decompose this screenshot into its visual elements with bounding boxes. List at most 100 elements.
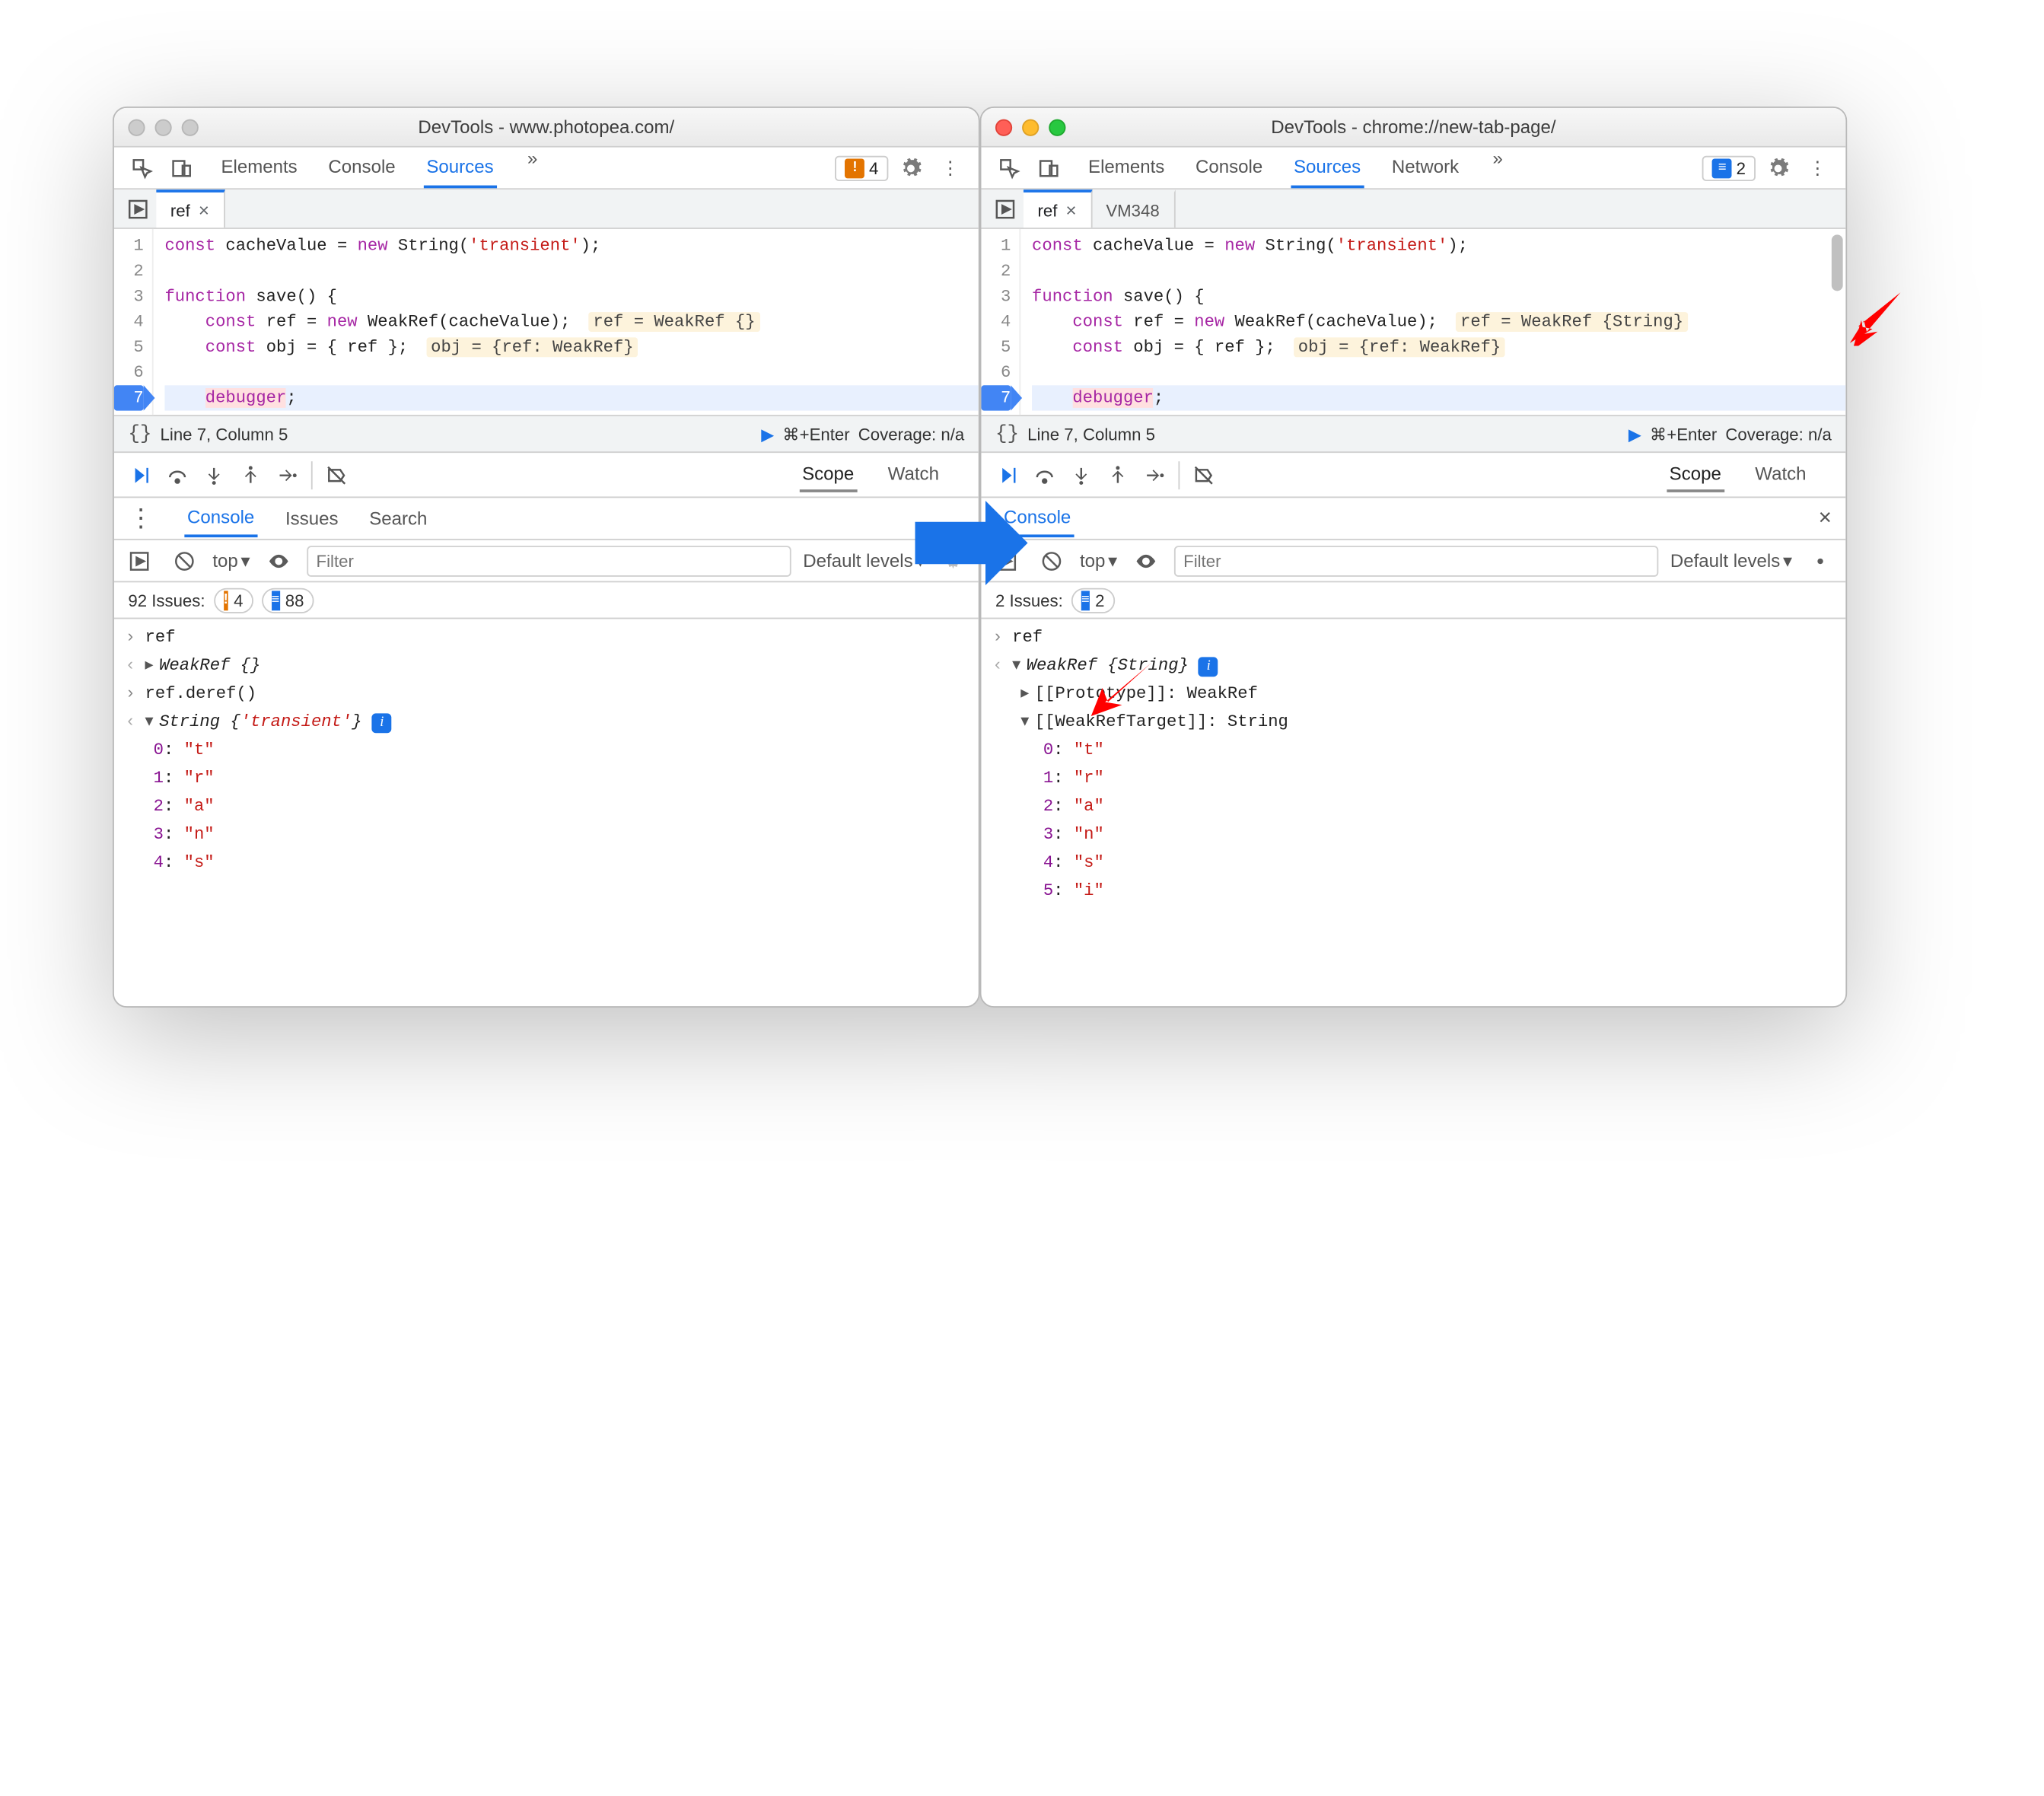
tab-console[interactable]: Console xyxy=(326,148,399,189)
gear-icon[interactable] xyxy=(1804,543,1837,577)
inline-hint[interactable]: ref = WeakRef {String} xyxy=(1456,312,1687,332)
close-dot[interactable] xyxy=(128,119,145,135)
code-editor[interactable]: 1234567 const cacheValue = new String('t… xyxy=(114,229,979,416)
run-snippet-icon[interactable] xyxy=(987,189,1024,228)
run-icon[interactable]: ▶ xyxy=(1629,424,1641,444)
resume-icon[interactable] xyxy=(990,457,1027,493)
file-tab-vm348[interactable]: VM348 xyxy=(1092,189,1175,228)
drawer-tabs: Console × xyxy=(981,498,1845,540)
step-icon[interactable] xyxy=(269,457,305,493)
inline-hint[interactable]: obj = {ref: WeakRef} xyxy=(1294,337,1505,357)
console-output[interactable]: ›ref ‹▸WeakRef {} ›ref.deref() ‹▾String … xyxy=(114,619,979,880)
maximize-dot[interactable] xyxy=(182,119,199,135)
close-drawer-icon[interactable]: × xyxy=(1813,505,1837,530)
info-icon[interactable]: i xyxy=(1199,657,1218,677)
file-tab-ref[interactable]: ref × xyxy=(156,189,224,228)
context-selector[interactable]: top ▾ xyxy=(1080,549,1117,572)
minimize-dot[interactable] xyxy=(1022,119,1039,135)
deactivate-breakpoints-icon[interactable] xyxy=(318,457,355,493)
tab-elements[interactable]: Elements xyxy=(1085,148,1167,189)
filter-input[interactable] xyxy=(307,545,792,576)
drawer-tabs: ⋮ Console Issues Search xyxy=(114,498,979,540)
gear-icon[interactable] xyxy=(894,151,928,184)
tab-sources[interactable]: Sources xyxy=(1291,148,1364,189)
watch-tab[interactable]: Watch xyxy=(885,457,942,492)
file-tab-ref[interactable]: ref × xyxy=(1024,189,1092,228)
code-content[interactable]: const cacheValue = new String('transient… xyxy=(1020,229,1845,415)
line-gutter: 1234567 xyxy=(114,229,154,415)
code-editor[interactable]: 1234567 const cacheValue = new String('t… xyxy=(981,229,1845,416)
close-icon[interactable]: × xyxy=(199,199,209,221)
gear-icon[interactable] xyxy=(1761,151,1794,184)
traffic-lights[interactable] xyxy=(128,119,199,135)
clear-console-icon[interactable] xyxy=(167,543,201,577)
inline-hint[interactable]: obj = {ref: WeakRef} xyxy=(427,337,638,357)
drawer-tab-issues[interactable]: Issues xyxy=(282,501,341,536)
window-title: DevTools - chrome://new-tab-page/ xyxy=(981,116,1845,138)
titlebar[interactable]: DevTools - chrome://new-tab-page/ xyxy=(981,108,1845,148)
step-icon[interactable] xyxy=(1136,457,1173,493)
minimize-dot[interactable] xyxy=(155,119,172,135)
deactivate-breakpoints-icon[interactable] xyxy=(1186,457,1222,493)
kebab-icon[interactable]: ⋮ xyxy=(1800,151,1834,184)
gear-icon[interactable] xyxy=(936,543,969,577)
eye-icon[interactable] xyxy=(1129,543,1162,577)
step-into-icon[interactable] xyxy=(196,457,232,493)
info-icon[interactable]: i xyxy=(372,713,392,733)
console-filterbar: top ▾ Default levels ▾ xyxy=(981,540,1845,583)
watch-tab[interactable]: Watch xyxy=(1753,457,1810,492)
log-levels-selector[interactable]: Default levels ▾ xyxy=(1670,549,1792,572)
step-out-icon[interactable] xyxy=(1100,457,1136,493)
drawer-tab-console[interactable]: Console xyxy=(1001,499,1074,537)
scrollbar-thumb[interactable] xyxy=(1832,234,1843,291)
step-out-icon[interactable] xyxy=(232,457,269,493)
resume-icon[interactable] xyxy=(123,457,159,493)
more-tabs-icon[interactable]: » xyxy=(1487,148,1508,189)
issues-summary[interactable]: 2 Issues: ≡2 xyxy=(981,582,1845,619)
maximize-dot[interactable] xyxy=(1049,119,1065,135)
inline-hint[interactable]: ref = WeakRef {} xyxy=(589,312,759,332)
issues-badge[interactable]: ! 4 xyxy=(836,155,889,180)
line-gutter: 1234567 xyxy=(981,229,1020,415)
kebab-icon[interactable]: ⋮ xyxy=(934,151,967,184)
clear-console-icon[interactable] xyxy=(1035,543,1068,577)
drawer-menu-icon[interactable]: ⋮ xyxy=(123,504,159,533)
console-output[interactable]: ›ref ‹▾WeakRef {String} i ▸[[Prototype]]… xyxy=(981,619,1845,909)
inspect-icon[interactable] xyxy=(126,151,159,184)
step-into-icon[interactable] xyxy=(1063,457,1100,493)
close-dot[interactable] xyxy=(995,119,1012,135)
tab-sources[interactable]: Sources xyxy=(424,148,497,189)
context-selector[interactable]: top ▾ xyxy=(212,549,250,572)
filter-input[interactable] xyxy=(1173,545,1659,576)
titlebar[interactable]: DevTools - www.photopea.com/ xyxy=(114,108,979,148)
devtools-toolbar: Elements Console Sources Network » ≡ 2 ⋮ xyxy=(981,148,1845,190)
eye-icon[interactable] xyxy=(261,543,295,577)
step-over-icon[interactable] xyxy=(159,457,196,493)
drawer-tab-search[interactable]: Search xyxy=(367,501,431,536)
close-icon[interactable]: × xyxy=(1065,199,1076,221)
debugger-controls: Scope Watch xyxy=(981,453,1845,498)
run-context-icon[interactable] xyxy=(123,543,156,577)
cursor-position: Line 7, Column 5 xyxy=(161,424,288,444)
run-context-icon[interactable] xyxy=(990,543,1024,577)
coverage-label: Coverage: n/a xyxy=(1725,424,1831,444)
issues-badge[interactable]: ≡ 2 xyxy=(1702,155,1756,180)
run-snippet-icon[interactable] xyxy=(119,189,156,228)
tab-network[interactable]: Network xyxy=(1389,148,1462,189)
log-levels-selector[interactable]: Default levels ▾ xyxy=(803,549,925,572)
step-over-icon[interactable] xyxy=(1027,457,1063,493)
devtools-window-left: DevTools - www.photopea.com/ Elements Co… xyxy=(113,107,980,1008)
scope-tab[interactable]: Scope xyxy=(799,457,857,492)
tab-elements[interactable]: Elements xyxy=(218,148,301,189)
run-icon[interactable]: ▶ xyxy=(761,424,774,444)
more-tabs-icon[interactable]: » xyxy=(522,148,543,189)
traffic-lights[interactable] xyxy=(995,119,1066,135)
device-icon[interactable] xyxy=(1032,151,1065,184)
scope-tab[interactable]: Scope xyxy=(1667,457,1724,492)
tab-console[interactable]: Console xyxy=(1192,148,1266,189)
inspect-icon[interactable] xyxy=(992,151,1026,184)
device-icon[interactable] xyxy=(164,151,198,184)
drawer-tab-console[interactable]: Console xyxy=(184,499,257,537)
issues-summary[interactable]: 92 Issues: !4 ≡88 xyxy=(114,582,979,619)
code-content[interactable]: const cacheValue = new String('transient… xyxy=(154,229,979,415)
